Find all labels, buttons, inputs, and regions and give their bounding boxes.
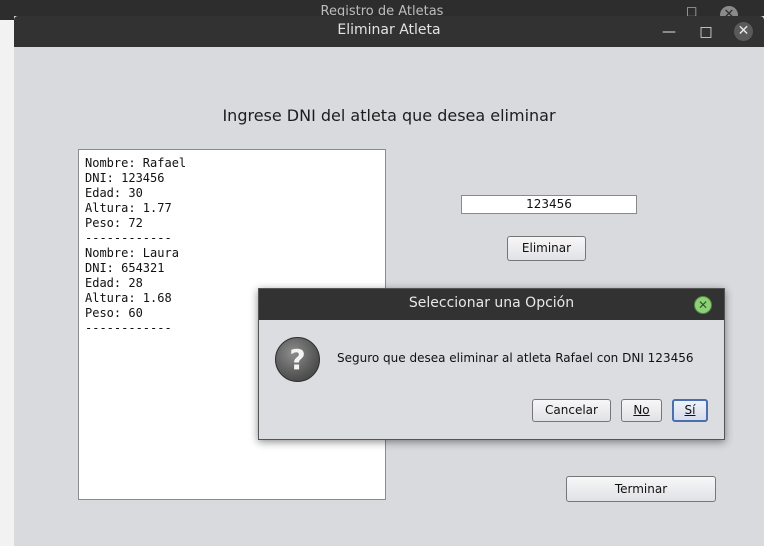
terminar-button[interactable]: Terminar (566, 476, 716, 502)
list-item: Peso: 72 (85, 216, 143, 230)
yes-button-label: Sí (684, 403, 696, 417)
window-title: Eliminar Atleta (337, 22, 441, 38)
minimize-icon[interactable]: — (659, 22, 679, 42)
no-button[interactable]: No (621, 399, 662, 422)
page-title: Ingrese DNI del atleta que desea elimina… (222, 106, 556, 125)
list-item: Altura: 1.77 (85, 201, 172, 215)
dni-input[interactable]: 123456 (461, 195, 637, 214)
no-button-label: No (633, 403, 650, 417)
list-item: DNI: 123456 (85, 171, 165, 185)
maximize-icon[interactable]: □ (696, 22, 716, 42)
dialog-title: Seleccionar una Opción (408, 295, 575, 311)
cancel-button[interactable]: Cancelar (532, 399, 611, 422)
list-item: DNI: 654321 (85, 261, 165, 275)
dialog-message: Seguro que desea eliminar al atleta Rafa… (337, 351, 694, 365)
yes-button[interactable]: Sí (672, 399, 708, 422)
eliminar-atleta-window: Eliminar Atleta — □ ✕ Ingrese DNI del at… (14, 16, 764, 546)
confirm-dialog: Seleccionar una Opción ✕ ? Seguro que de… (258, 288, 725, 440)
eliminar-button[interactable]: Eliminar (507, 236, 586, 261)
question-icon: ? (275, 337, 320, 382)
list-item: Edad: 30 (85, 186, 143, 200)
close-icon[interactable]: ✕ (734, 22, 753, 41)
list-item: ------------ (85, 231, 172, 245)
dialog-close-icon[interactable]: ✕ (694, 296, 712, 314)
background-window-edge (0, 20, 14, 546)
window-titlebar: Eliminar Atleta — □ ✕ (14, 16, 764, 47)
dialog-titlebar: Seleccionar una Opción ✕ (259, 289, 724, 320)
list-item: Nombre: Laura (85, 246, 179, 260)
list-item: Nombre: Rafael (85, 156, 187, 170)
